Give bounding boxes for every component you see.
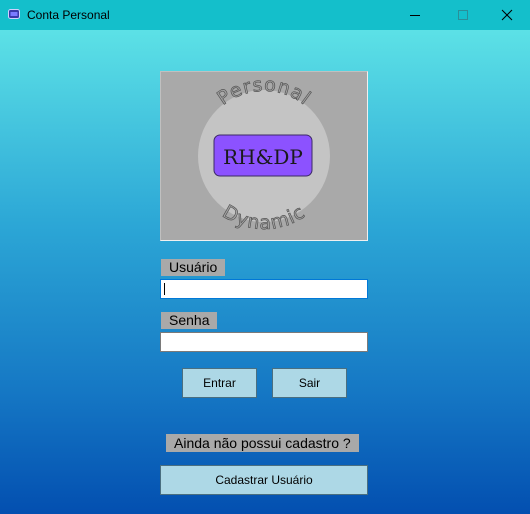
exit-button[interactable]: Sair (272, 368, 347, 398)
password-label: Senha (161, 312, 218, 329)
logo-graphic: Personal RH&DP Dynamic (198, 73, 330, 234)
app-icon (8, 9, 20, 19)
minimize-button[interactable] (392, 0, 438, 30)
close-button[interactable] (484, 0, 530, 30)
window-title: Conta Personal (27, 8, 110, 22)
register-prompt-label: Ainda não possui cadastro ? (166, 434, 359, 452)
logo-picture: Personal RH&DP Dynamic (160, 71, 368, 241)
maximize-button[interactable] (440, 0, 486, 30)
maximize-icon (458, 10, 468, 20)
username-label: Usuário (161, 259, 226, 276)
title-bar[interactable]: Conta Personal (0, 0, 530, 30)
register-user-button[interactable]: Cadastrar Usuário (160, 465, 368, 495)
login-form: Personal RH&DP Dynamic Usuário Senha Ent… (0, 30, 530, 514)
minimize-icon (410, 15, 420, 16)
app-window: Conta Personal Personal RH&DP Dynamic Us… (0, 0, 530, 514)
password-input[interactable] (160, 332, 368, 352)
logo-center-text: RH&DP (223, 145, 303, 169)
username-input[interactable] (160, 279, 368, 299)
text-caret (164, 283, 165, 295)
close-icon (501, 9, 513, 21)
enter-button[interactable]: Entrar (182, 368, 257, 398)
